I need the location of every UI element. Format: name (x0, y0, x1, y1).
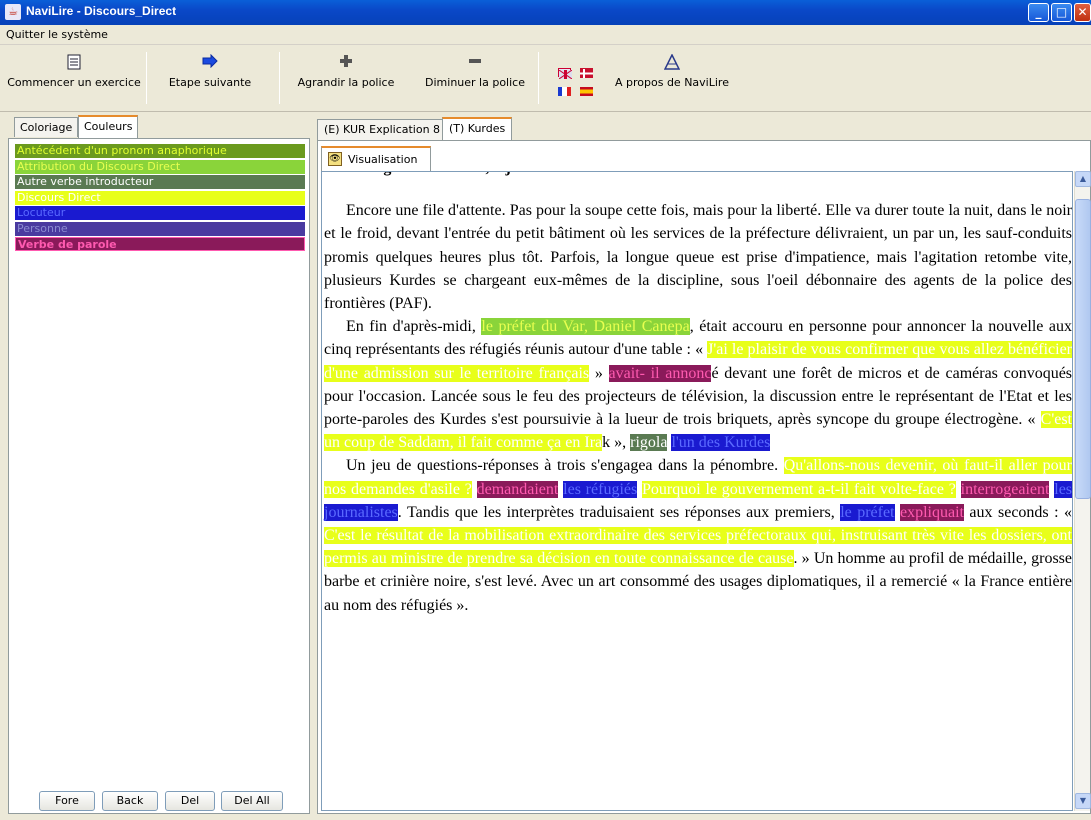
vertical-scrollbar[interactable]: ▲ ▼ (1074, 171, 1091, 811)
color-legend-item[interactable]: Discours Direct (15, 190, 305, 205)
flag-france-icon[interactable] (558, 86, 571, 96)
document-view[interactable]: Premier geste de liberté, « juste boire … (321, 171, 1073, 811)
tab-explication[interactable]: (E) KUR Explication 8 (317, 119, 448, 140)
maximize-button[interactable]: □ (1051, 3, 1072, 22)
annotation-verbe-parole[interactable]: interrogeaient (960, 480, 1050, 498)
scrollbar-thumb[interactable] (1075, 199, 1091, 499)
annotation-locuteur[interactable]: les réfugiés (563, 480, 638, 498)
text-segment: Un jeu de questions-réponses à trois s'e… (346, 457, 784, 475)
annotation-locuteur[interactable]: l'un des Kurdes (671, 434, 771, 452)
about-label: A propos de NaviLire (615, 76, 729, 89)
tab-visualisation[interactable]: 👁 Visualisation (321, 146, 431, 171)
text-segment: aux seconds : « (963, 503, 1073, 521)
color-legend-item[interactable]: Verbe de parole (15, 237, 305, 251)
left-panel: Coloriage Couleurs Antécédent d'un prono… (8, 115, 310, 814)
next-step-button[interactable]: Etape suivante (160, 50, 260, 106)
document-heading: Premier geste de liberté, « juste boire … (324, 172, 1072, 179)
paragraph-1: Encore une file d'attente. Pas pour la s… (324, 202, 1072, 313)
java-app-icon: ☕ (5, 4, 21, 20)
text-segment: . Tandis que les interprètes traduisaien… (397, 503, 841, 521)
text-segment: k », (602, 434, 631, 452)
start-exercise-button[interactable]: Commencer un exercice (4, 50, 144, 106)
paragraph-2: En fin d'après-midi, le préfet du Var, D… (324, 315, 1072, 454)
navilire-logo-icon (663, 53, 681, 70)
text-segment: En fin d'après-midi, (346, 318, 482, 336)
back-button[interactable]: Back (102, 791, 158, 811)
document-text: Premier geste de liberté, « juste boire … (324, 172, 1072, 617)
del-button[interactable]: Del (165, 791, 215, 811)
fore-button[interactable]: Fore (39, 791, 95, 811)
flag-uk-icon[interactable] (558, 68, 573, 80)
document-panel: 👁 Visualisation Premier geste de liberté… (317, 140, 1091, 814)
splitter[interactable] (311, 117, 316, 814)
close-button[interactable]: ✕ (1074, 3, 1091, 22)
increase-font-button[interactable]: Agrandir la police (296, 50, 396, 106)
annotation-locuteur[interactable]: le préfet (840, 503, 895, 521)
visualisation-label: Visualisation (348, 153, 418, 166)
annotation-discours-direct[interactable]: Pourquoi le gouvernement a-t-il fait vol… (642, 480, 956, 498)
increase-font-label: Agrandir la police (297, 76, 395, 89)
del-all-button[interactable]: Del All (221, 791, 283, 811)
annotation-antecedent[interactable]: le préfet du Var, Daniel Canepa (481, 318, 690, 336)
text-segment (956, 481, 961, 498)
about-button[interactable]: A propos de NaviLire (612, 50, 732, 106)
color-legend-item[interactable]: Autre verbe introducteur (15, 175, 305, 189)
decrease-font-label: Diminuer la police (425, 76, 525, 89)
plus-icon (338, 54, 354, 70)
toolbar: Commencer un exercice Etape suivante Agr… (0, 46, 1091, 112)
scroll-up-arrow-icon[interactable]: ▲ (1075, 171, 1091, 187)
document-icon (66, 54, 82, 70)
window-title: NaviLire - Discours_Direct (26, 4, 177, 18)
eye-icon: 👁 (328, 152, 342, 166)
annotation-autre-verbe[interactable]: rigola (630, 434, 668, 452)
menu-bar: Quitter le système (0, 25, 1091, 45)
title-bar: ☕ NaviLire - Discours_Direct _ □ ✕ (0, 0, 1091, 25)
start-exercise-label: Commencer un exercice (7, 76, 141, 89)
paragraph-3: Un jeu de questions-réponses à trois s'e… (324, 454, 1072, 616)
minimize-button[interactable]: _ (1028, 3, 1049, 22)
decrease-font-button[interactable]: Diminuer la police (420, 50, 530, 106)
color-legend-panel: Antécédent d'un pronom anaphorique Attrib… (8, 138, 310, 814)
color-legend-item[interactable]: Personne (15, 221, 305, 236)
tab-kurdes[interactable]: (T) Kurdes (442, 117, 513, 141)
tab-coloriage[interactable]: Coloriage (14, 117, 79, 137)
annotation-verbe-parole[interactable]: avait- il annonc (608, 364, 712, 382)
next-step-label: Etape suivante (168, 76, 252, 89)
flag-spain-icon[interactable] (580, 86, 593, 96)
minus-icon (467, 54, 483, 70)
text-segment (472, 481, 477, 498)
menu-quit[interactable]: Quitter le système (6, 28, 108, 41)
annotation-verbe-parole[interactable]: demandaient (476, 480, 559, 498)
scroll-down-arrow-icon[interactable]: ▼ (1075, 793, 1091, 809)
arrow-right-icon (202, 53, 218, 70)
legend-button-bar: Fore Back Del Del All (9, 789, 311, 815)
tab-couleurs[interactable]: Couleurs (78, 115, 139, 138)
annotation-verbe-parole[interactable]: expliquait (899, 503, 964, 521)
color-legend-item[interactable]: Attribution du Discours Direct (15, 159, 305, 174)
color-legend-item[interactable]: Locuteur (15, 206, 305, 220)
flag-denmark-icon[interactable] (580, 68, 593, 78)
text-segment: » (589, 364, 609, 382)
right-panel: (E) KUR Explication 8 (T) Kurdes 👁 Visua… (317, 117, 1091, 814)
color-legend-item[interactable]: Antécédent d'un pronom anaphorique (15, 144, 305, 158)
